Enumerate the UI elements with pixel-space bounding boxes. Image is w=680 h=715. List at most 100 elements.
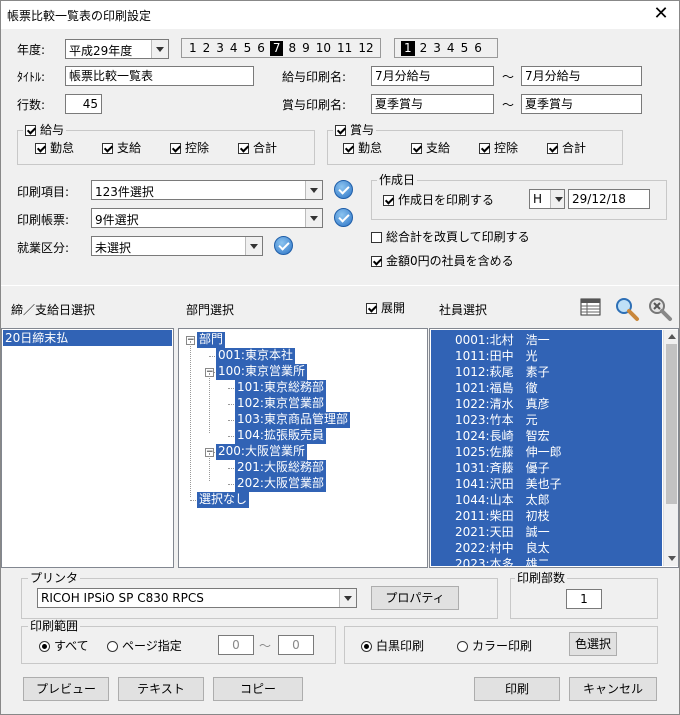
tree-item[interactable]: 選択なし	[197, 492, 250, 508]
salary-print-from[interactable]: 7月分給与	[371, 66, 494, 86]
choose-color-button[interactable]: 色選択	[569, 632, 617, 656]
checkbox[interactable]	[371, 255, 382, 267]
checkbox[interactable]	[343, 142, 354, 154]
month-selector[interactable]: 1 2 3 4 5 6 7 8 9 10 11 12	[181, 38, 381, 58]
print-items-confirm-icon[interactable]	[334, 180, 353, 199]
copies-input[interactable]: 1	[566, 589, 602, 609]
employee-item[interactable]: 2022:村中 良太	[455, 540, 550, 556]
salary-group-toggle[interactable]: 給与	[23, 123, 67, 137]
bonus-print-to[interactable]: 夏季賞与	[521, 94, 642, 114]
employee-item[interactable]: 1023:竹本 元	[455, 412, 538, 428]
employee-item[interactable]: 1022:清水 真彦	[455, 396, 550, 412]
tree-item[interactable]: 104:拡張販売員	[235, 428, 326, 444]
bonus-item[interactable]: 5	[460, 41, 470, 56]
employee-scrollbar[interactable]	[663, 330, 678, 566]
checkbox[interactable]	[547, 142, 558, 154]
radio[interactable]	[39, 640, 50, 652]
copy-button[interactable]: コピー	[213, 677, 303, 701]
range-page-radio[interactable]: ページ指定	[107, 639, 182, 653]
era-select[interactable]: H	[529, 189, 565, 209]
employee-item[interactable]: 2021:天田 誠一	[455, 524, 550, 540]
bonus-selector[interactable]: 123456	[394, 38, 498, 58]
printer-properties-button[interactable]: プロパティ	[371, 586, 459, 610]
employee-item[interactable]: 1041:沢田 美也子	[455, 476, 562, 492]
closing-date-item[interactable]: 20日締末払	[3, 330, 172, 346]
checkbox[interactable]	[383, 194, 394, 206]
chevron-down-icon[interactable]	[151, 40, 168, 58]
color-radio[interactable]: カラー印刷	[457, 639, 532, 653]
month-item[interactable]: 5	[243, 41, 253, 56]
checkbox[interactable]	[411, 142, 422, 154]
month-item[interactable]: 9	[301, 41, 311, 56]
checkbox[interactable]	[170, 142, 181, 154]
chevron-down-icon[interactable]	[550, 190, 564, 208]
checkbox[interactable]	[102, 142, 113, 154]
page-to-input[interactable]: 0	[278, 635, 314, 655]
tree-item[interactable]: 101:東京総務部	[235, 380, 326, 396]
employee-item[interactable]: 0001:北村 浩一	[455, 332, 550, 348]
bonus-attendance-check[interactable]: 勤怠	[343, 141, 382, 155]
employee-items[interactable]: 0001:北村 浩一 1011:田中 光 1012:萩尾 素子 1021:福島 徹 10…	[431, 330, 662, 567]
title-input[interactable]: 帳票比較一覧表	[65, 66, 254, 86]
tree-item[interactable]: 100:東京営業所	[216, 364, 307, 380]
employment-confirm-icon[interactable]	[274, 236, 293, 255]
scroll-thumb[interactable]	[666, 344, 677, 504]
employee-item[interactable]: 1031:斉藤 優子	[455, 460, 550, 476]
month-item[interactable]: 2	[202, 41, 212, 56]
year-select[interactable]: 平成29年度	[65, 39, 169, 59]
employee-item[interactable]: 2023:本多 雄二	[455, 556, 550, 567]
bonus-item[interactable]: 1	[401, 40, 415, 56]
month-item[interactable]: 4	[229, 41, 239, 56]
employee-item[interactable]: 1025:佐藤 伸一郎	[455, 444, 562, 460]
chevron-down-icon[interactable]	[245, 237, 262, 255]
bonus-print-from[interactable]: 夏季賞与	[371, 94, 494, 114]
bonus-checkbox[interactable]	[335, 124, 346, 136]
created-date-input[interactable]: 29/12/18	[568, 189, 650, 209]
rows-input[interactable]: 45	[65, 94, 102, 114]
bonus-item[interactable]: 3	[432, 41, 442, 56]
preview-button[interactable]: プレビュー	[23, 677, 109, 701]
employee-list[interactable]: 0001:北村 浩一 1011:田中 光 1012:萩尾 素子 1021:福島 徹 10…	[429, 328, 679, 568]
employee-item[interactable]: 1012:萩尾 素子	[455, 364, 550, 380]
checkbox[interactable]	[238, 142, 249, 154]
page-break-check[interactable]: 総合計を改頁して印刷する	[371, 230, 530, 244]
bonus-item[interactable]: 2	[419, 41, 429, 56]
month-item[interactable]: 3	[215, 41, 225, 56]
bonus-total-check[interactable]: 合計	[547, 141, 586, 155]
employee-item[interactable]: 1024:長崎 智宏	[455, 428, 550, 444]
text-button[interactable]: テキスト	[118, 677, 204, 701]
print-created-date-check[interactable]: 作成日を印刷する	[383, 193, 494, 207]
close-icon[interactable]: ✕	[651, 4, 671, 24]
month-item[interactable]: 11	[336, 41, 353, 56]
tree-item[interactable]: 102:東京営業部	[235, 396, 326, 412]
salary-checkbox[interactable]	[25, 124, 36, 136]
month-item[interactable]: 10	[315, 41, 332, 56]
salary-deduction-check[interactable]: 控除	[170, 141, 209, 155]
tree-item[interactable]: 103:東京商品管理部	[235, 412, 350, 428]
checkbox[interactable]	[35, 142, 46, 154]
closing-date-list[interactable]: 20日締末払	[1, 328, 174, 568]
employment-select[interactable]: 未選択	[91, 236, 263, 256]
print-forms-confirm-icon[interactable]	[334, 208, 353, 227]
print-button[interactable]: 印刷	[474, 677, 560, 701]
scroll-down-icon[interactable]	[668, 556, 676, 561]
tree-item[interactable]: 200:大阪営業所	[216, 444, 307, 460]
tree-item[interactable]: 部門	[197, 332, 226, 348]
checkbox[interactable]	[366, 302, 377, 314]
bonus-group-toggle[interactable]: 賞与	[333, 123, 377, 137]
mono-radio[interactable]: 白黒印刷	[361, 639, 424, 653]
tree-item[interactable]: 202:大阪営業部	[235, 476, 326, 492]
radio[interactable]	[457, 640, 468, 652]
month-item[interactable]: 1	[188, 41, 198, 56]
cancel-button[interactable]: キャンセル	[569, 677, 657, 701]
chevron-down-icon[interactable]	[339, 589, 356, 607]
checkbox[interactable]	[371, 231, 382, 243]
month-item[interactable]: 6	[256, 41, 266, 56]
chevron-down-icon[interactable]	[305, 181, 322, 199]
salary-print-to[interactable]: 7月分給与	[521, 66, 642, 86]
month-item[interactable]: 8	[287, 41, 297, 56]
bonus-item[interactable]: 4	[446, 41, 456, 56]
employee-item[interactable]: 1021:福島 徹	[455, 380, 538, 396]
bonus-payment-check[interactable]: 支給	[411, 141, 450, 155]
print-forms-select[interactable]: 9件選択	[91, 208, 323, 228]
